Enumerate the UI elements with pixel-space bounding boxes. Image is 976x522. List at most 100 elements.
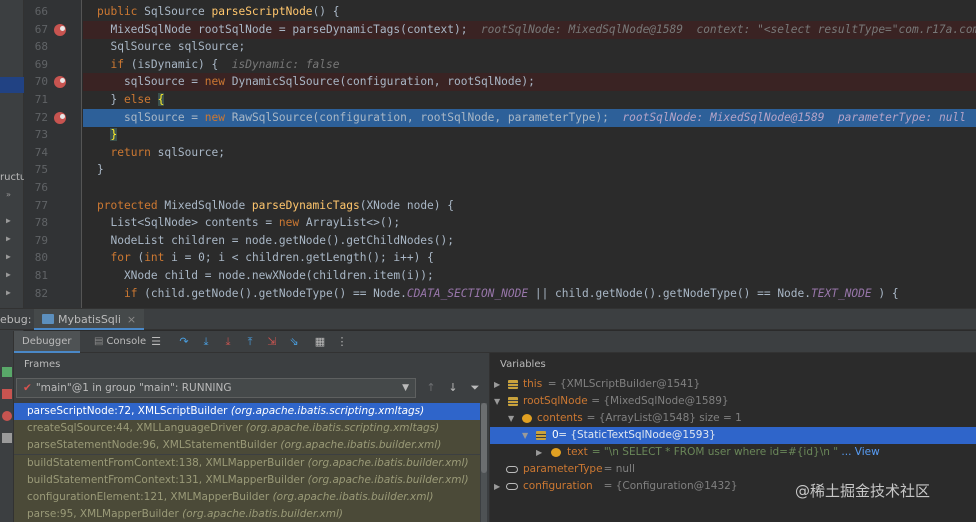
breakpoint-icon[interactable] — [54, 111, 66, 124]
tree-arrow-icon[interactable]: ▶ — [6, 252, 11, 261]
evaluate-expression-icon[interactable]: ▦ — [312, 334, 328, 350]
variable-value: = {StaticTextSqlNode@1593} — [558, 427, 716, 444]
resume-icon[interactable] — [2, 367, 12, 377]
arrow-up-icon[interactable]: ↑ — [424, 381, 438, 395]
breakpoint-icon[interactable] — [54, 76, 66, 89]
code-token: TEXT_NODE — [811, 286, 872, 300]
inline-debug-value: isDynamic: false — [218, 57, 340, 71]
variable-row[interactable]: ▶ text = "\n SELECT * FROM user where id=… — [490, 444, 976, 461]
frames-header: Frames — [24, 359, 61, 370]
code-line[interactable]: } else { — [83, 91, 976, 109]
frame-row[interactable]: parseScriptNode:72, XMLScriptBuilder (or… — [14, 403, 480, 420]
frame-row[interactable]: buildStatementFromContext:131, XMLMapper… — [14, 471, 480, 489]
view-link[interactable]: ... View — [838, 446, 879, 458]
structure-tab-label[interactable]: ructu — [0, 172, 26, 183]
expand-arrow-icon[interactable]: ▶ — [536, 444, 542, 461]
view-breakpoints-icon[interactable] — [2, 411, 12, 421]
code-token: SqlSource sqlSource; — [97, 40, 246, 54]
line-number: 71 — [34, 93, 48, 106]
variable-name: configuration — [523, 480, 593, 492]
collapse-arrow-icon[interactable]: ▼ — [494, 393, 500, 410]
code-token: DynamicSqlSource(configuration, rootSqlN… — [231, 75, 535, 89]
variable-row[interactable]: ▼ rootSqlNode = {MixedSqlNode@1589} — [490, 393, 976, 410]
code-line[interactable]: protected MixedSqlNode parseDynamicTags(… — [83, 197, 976, 215]
tree-arrow-icon[interactable]: ▶ — [6, 288, 11, 297]
code-line[interactable]: XNode child = node.newXNode(children.ite… — [83, 267, 976, 285]
tree-arrow-icon[interactable]: ▶ — [6, 234, 11, 243]
arrow-down-icon[interactable]: ↓ — [446, 381, 460, 395]
frame-package: (org.apache.ibatis.builder.xml) — [272, 491, 434, 503]
run-config-name: MybatisSqli — [58, 313, 121, 326]
field-icon — [536, 431, 546, 440]
line-number: 75 — [34, 163, 48, 177]
frame-row[interactable]: buildStatementFromContext:138, XMLMapper… — [14, 454, 480, 472]
tree-arrow-icon[interactable]: ▶ — [6, 270, 11, 279]
mute-breakpoints-icon[interactable] — [2, 433, 12, 443]
line-number: 68 — [34, 40, 48, 54]
frame-row[interactable]: configurationElement:121, XMLMapperBuild… — [14, 489, 480, 506]
drop-frame-icon[interactable]: ⇲ — [264, 334, 280, 350]
variable-row[interactable]: parameterType = null — [490, 461, 976, 478]
more-icon[interactable]: ⋮ — [334, 334, 350, 350]
run-config-tab[interactable]: MybatisSqli × — [34, 309, 145, 330]
collapse-arrow-icon[interactable]: ▼ — [508, 410, 514, 427]
code-line[interactable]: public SqlSource parseScriptNode() { — [83, 3, 976, 21]
force-step-into-icon[interactable]: ⤓ — [220, 334, 236, 350]
tab-debugger[interactable]: Debugger — [14, 331, 80, 353]
expand-arrow-icon[interactable]: ▶ — [494, 478, 500, 495]
inline-debug-value: rootSqlNode: MixedSqlNode@1589 context: … — [467, 22, 976, 36]
collapse-arrow-icon[interactable]: ▼ — [522, 427, 528, 444]
tree-arrow-icon[interactable]: ▶ — [6, 216, 11, 225]
frame-row[interactable]: parseStatementNode:96, XMLStatementBuild… — [14, 437, 480, 455]
line-number: 82 — [34, 286, 48, 300]
frame-row[interactable]: createSqlSource:44, XMLLanguageDriver (o… — [14, 420, 480, 438]
variable-name: rootSqlNode — [523, 395, 588, 407]
stop-icon[interactable] — [2, 389, 12, 399]
code-line[interactable]: NodeList children = node.getNode().getCh… — [83, 232, 976, 250]
code-line[interactable]: List<SqlNode> contents = new ArrayList<>… — [83, 214, 976, 232]
code-line[interactable]: sqlSource = new DynamicSqlSource(configu… — [83, 73, 976, 92]
field-icon — [508, 380, 518, 389]
code-line[interactable]: if (isDynamic) { isDynamic: false — [83, 56, 976, 74]
code-line[interactable]: SqlSource sqlSource; — [83, 38, 976, 56]
code-line[interactable]: for (int i = 0; i < children.getLength()… — [83, 249, 976, 267]
tab-console[interactable]: ▤ Console — [86, 331, 154, 353]
expand-arrow-icon[interactable]: » — [6, 190, 11, 199]
line-number: 78 — [34, 216, 48, 230]
run-to-cursor-icon[interactable]: ⇘ — [286, 334, 302, 350]
current-execution-line[interactable]: sqlSource = new RawSqlSource(configurati… — [83, 108, 976, 127]
code-line[interactable]: } — [83, 161, 976, 179]
variable-value-text: = "\n SELECT * FROM user where id=#{id}\… — [591, 446, 839, 458]
variable-row[interactable]: ▶ this = {XMLScriptBuilder@1541} — [490, 376, 976, 393]
frame-method: createSqlSource:44, XMLLanguageDriver — [27, 422, 246, 435]
code-line[interactable]: MixedSqlNode rootSqlNode = parseDynamicT… — [83, 20, 976, 39]
code-line[interactable] — [83, 179, 976, 197]
code-token: () { — [312, 5, 340, 18]
watermark: @稀土掘金技术社区 — [795, 482, 931, 500]
code-line[interactable]: } — [83, 126, 976, 144]
thread-selector[interactable]: ✔ "main"@1 in group "main": RUNNING ▼ — [16, 378, 416, 398]
debug-tool-window-header: ebug: MybatisSqli × — [0, 308, 976, 330]
expand-arrow-icon[interactable]: ▶ — [494, 376, 500, 393]
filter-icon[interactable]: ⏷ — [468, 381, 482, 395]
close-icon[interactable]: × — [127, 313, 136, 326]
breakpoint-icon[interactable] — [54, 23, 66, 36]
variable-row[interactable]: ▼ contents = {ArrayList@1548} size = 1 — [490, 410, 976, 427]
step-into-icon[interactable]: ⤓ — [198, 334, 214, 350]
frame-row[interactable]: parse:95, XMLMapperBuilder (org.apache.i… — [14, 506, 480, 522]
code-line[interactable]: return sqlSource; — [83, 144, 976, 162]
layout-icon[interactable]: ☰ — [148, 334, 164, 350]
step-out-icon[interactable]: ⤒ — [242, 334, 258, 350]
code-line[interactable]: if (child.getNode().getNodeType() == Nod… — [83, 285, 976, 303]
variable-row[interactable]: ▼ 0 = {StaticTextSqlNode@1593} — [490, 427, 976, 444]
step-over-icon[interactable]: ↷ — [176, 334, 192, 350]
frames-scrollbar[interactable] — [481, 403, 487, 522]
variable-name: parameterType — [523, 463, 603, 475]
code-token: } — [97, 163, 104, 177]
code-editor[interactable]: public SqlSource parseScriptNode() { Mix… — [83, 0, 976, 308]
frames-panel: Frames ✔ "main"@1 in group "main": RUNNIN… — [14, 353, 489, 522]
variable-value: = {Configuration@1432} — [604, 478, 738, 495]
code-token: SqlSource — [144, 5, 212, 18]
